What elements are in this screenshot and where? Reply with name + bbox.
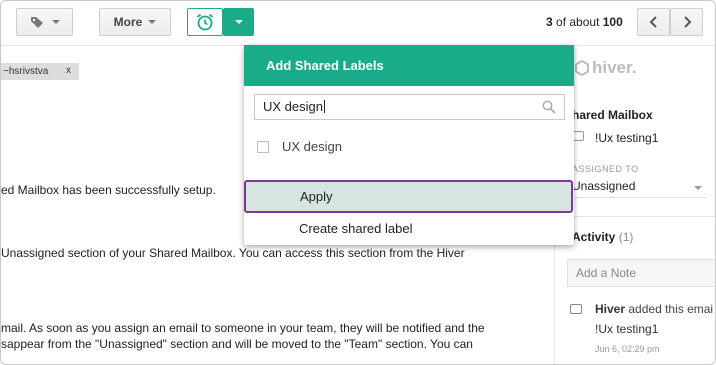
toolbar: More 3 of about 100 <box>1 1 715 45</box>
app-frame: More 3 of about 100 ~hsrivstva x ed Mail… <box>0 0 716 365</box>
email-body-line: ed Mailbox has been successfully setup. <box>1 183 216 197</box>
mailbox-name: !Ux testing1 <box>595 131 659 145</box>
label-option-ux-design[interactable]: UX design <box>257 139 342 154</box>
activity-label: Activity <box>572 230 616 244</box>
email-body-line: sappear from the "Unassigned" section an… <box>1 337 473 351</box>
labels-button[interactable] <box>16 8 73 36</box>
label-option-text: UX design <box>282 139 342 154</box>
label-search-value: UX design <box>263 99 323 114</box>
panel-title: hared Mailbox <box>572 108 653 122</box>
dropdown-title: Add Shared Labels <box>244 45 574 86</box>
older-button[interactable] <box>670 8 703 36</box>
activity-heading: Activity (1) <box>572 230 633 244</box>
chevron-down-icon <box>234 20 243 24</box>
pagination-total: 100 <box>602 15 623 29</box>
hiver-logo: hiver. <box>575 58 636 78</box>
text-cursor <box>323 100 325 113</box>
assignee-select[interactable]: Unassigned <box>572 179 706 198</box>
recipient-remove-icon[interactable]: x <box>66 65 71 76</box>
chevron-down-icon <box>694 186 702 190</box>
search-icon[interactable] <box>542 100 556 114</box>
pagination-text: 3 of about 100 <box>546 15 623 29</box>
assignee-value: Unassigned <box>572 179 636 193</box>
activity-time: Jun 6, 02:29 pm <box>595 344 660 354</box>
chevron-left-icon <box>649 16 657 28</box>
chevron-right-icon <box>683 16 691 28</box>
chevron-down-icon <box>148 20 157 24</box>
hiver-hexagon-icon <box>575 60 589 76</box>
recipient-chip-label: ~hsrivstva <box>3 66 49 77</box>
activity-entry: Hiver added this emai <box>595 302 713 316</box>
panel-divider <box>555 216 715 217</box>
recipient-chip[interactable]: ~hsrivstva x <box>1 63 79 80</box>
activity-actor: Hiver <box>595 302 626 316</box>
email-body-line: mail. As soon as you assign an email to … <box>1 321 485 335</box>
chevron-down-icon <box>51 20 60 24</box>
more-button[interactable]: More <box>99 8 171 36</box>
pagination-range: 3 <box>546 15 553 29</box>
assigned-to-label: ASSIGNED TO <box>572 164 639 174</box>
newer-button[interactable] <box>637 8 670 36</box>
label-checkbox[interactable] <box>257 140 269 153</box>
hiver-reminder-button[interactable] <box>187 8 223 36</box>
activity-mail-icon <box>570 304 582 314</box>
tag-icon <box>30 17 43 28</box>
add-shared-labels-dropdown: Add Shared Labels UX design UX design Ap… <box>244 45 574 245</box>
activity-action: added this emai <box>628 302 714 316</box>
activity-count: (1) <box>618 230 634 244</box>
create-shared-label-link[interactable]: Create shared label <box>299 221 412 236</box>
mailbox-icon <box>573 131 584 141</box>
email-body-line: Unassigned section of your Shared Mailbo… <box>1 246 465 260</box>
more-label: More <box>113 15 143 29</box>
activity-target: !Ux testing1 <box>595 322 659 336</box>
hiver-brand-text: hiver. <box>592 58 637 77</box>
alarm-clock-icon <box>196 13 214 31</box>
add-note-input[interactable]: Add a Note <box>567 259 715 287</box>
label-search-input[interactable]: UX design <box>254 94 565 120</box>
pagination-of-about: of about <box>556 15 600 29</box>
shared-labels-dropdown-button[interactable] <box>223 8 254 36</box>
apply-button[interactable]: Apply <box>244 180 573 213</box>
hiver-side-panel: hiver. hared Mailbox !Ux testing1 ASSIGN… <box>554 46 715 364</box>
